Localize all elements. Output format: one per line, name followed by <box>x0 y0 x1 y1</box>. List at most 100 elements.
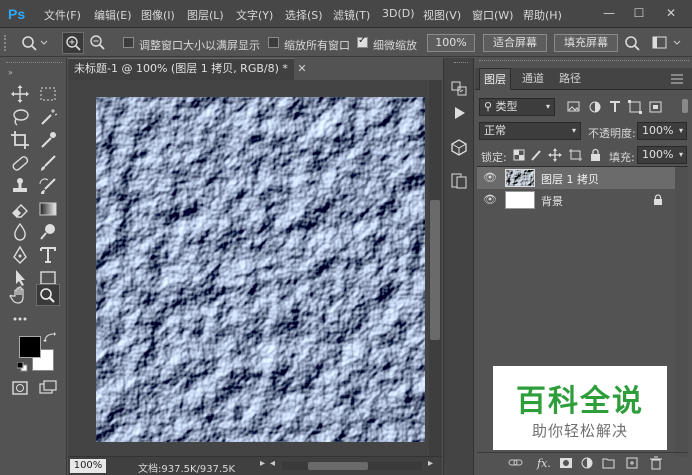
quick-mask-button[interactable] <box>8 377 32 399</box>
foreground-color-swatch[interactable] <box>19 336 41 358</box>
menu-window[interactable]: 窗口(W) <box>472 7 513 23</box>
menu-filter[interactable]: 滤镜(T) <box>333 7 370 23</box>
maximize-button[interactable]: ☐ <box>630 5 648 21</box>
lock-transparent-icon[interactable] <box>513 149 525 161</box>
opacity-field[interactable]: 100% ▾ <box>637 122 687 140</box>
filter-toggle-switch[interactable] <box>682 99 688 113</box>
filter-shape-icon[interactable] <box>628 100 642 114</box>
lock-position-icon[interactable] <box>548 148 562 162</box>
dodge-tool[interactable] <box>36 221 60 243</box>
lock-all-icon[interactable] <box>591 148 600 162</box>
fit-screen-button[interactable]: 适合屏幕 <box>483 34 547 52</box>
link-icon[interactable] <box>508 459 523 466</box>
menu-image[interactable]: 图像(I) <box>141 7 175 23</box>
watermark-subtitle: 助你轻松解决 <box>531 422 628 440</box>
filter-smart-object-icon[interactable] <box>649 101 662 113</box>
tab-channels[interactable]: 通道 <box>516 68 550 90</box>
filter-type-icon[interactable] <box>610 101 620 112</box>
stamp-icon <box>13 178 27 192</box>
magic-wand-tool[interactable] <box>36 106 60 128</box>
filter-adjustment-icon[interactable] <box>589 101 601 113</box>
menu-help[interactable]: 帮助(H) <box>523 7 562 23</box>
menu-layer[interactable]: 图层(L) <box>187 7 224 23</box>
blur-tool[interactable] <box>8 221 32 243</box>
close-window-button[interactable]: ✕ <box>662 5 680 21</box>
layer-name[interactable]: 背景 <box>541 193 563 209</box>
brush-tool[interactable] <box>36 152 60 174</box>
menu-3d[interactable]: 3D(D) <box>382 7 415 20</box>
fill-field[interactable]: 100% ▾ <box>637 146 687 164</box>
menu-select[interactable]: 选择(S) <box>285 7 323 23</box>
zoom-out-button[interactable] <box>87 32 109 54</box>
gradient-tool[interactable] <box>36 198 60 220</box>
collapse-arrows-icon[interactable]: » <box>8 68 18 77</box>
screen-mode-button[interactable] <box>36 377 60 399</box>
hscroll-left-arrow-icon[interactable]: ◂ <box>270 458 275 469</box>
healing-brush-tool[interactable] <box>8 152 32 174</box>
scrubby-zoom-checkbox[interactable] <box>357 35 368 48</box>
3d-panel-button[interactable] <box>449 138 469 156</box>
document-canvas[interactable] <box>96 97 425 442</box>
menu-edit[interactable]: 编辑(E) <box>94 7 132 23</box>
clone-stamp-tool[interactable] <box>8 175 32 197</box>
panel-menu-button[interactable] <box>670 73 684 85</box>
filter-pixel-icon[interactable] <box>567 101 580 112</box>
layer-filter-select[interactable]: ⚲ 类型 ▾ <box>479 98 555 116</box>
mask-icon[interactable] <box>560 458 572 468</box>
tab-paths[interactable]: 路径 <box>553 68 587 90</box>
horizontal-scroll-thumb[interactable] <box>308 462 368 470</box>
fx-icon[interactable]: fx. <box>536 457 551 470</box>
lasso-icon <box>13 109 29 126</box>
layer-row-layer1-copy[interactable]: 👁 图层 1 拷贝 <box>477 167 675 189</box>
move-tool[interactable] <box>8 83 32 105</box>
lasso-tool[interactable] <box>8 106 32 128</box>
default-colors-button[interactable] <box>16 361 28 372</box>
zoom-in-button[interactable] <box>62 32 84 54</box>
status-menu-arrow-icon[interactable]: ▸ <box>260 458 265 469</box>
adjustment-icon[interactable] <box>581 457 593 469</box>
lock-artboard-icon[interactable] <box>569 149 582 161</box>
hand-tool[interactable] <box>8 284 32 306</box>
properties-panel-button[interactable] <box>449 172 469 190</box>
workspace-switcher[interactable] <box>650 33 686 53</box>
vertical-scroll-thumb[interactable] <box>430 200 440 340</box>
opacity-value: 100% <box>642 124 674 137</box>
group-icon[interactable] <box>602 458 615 469</box>
marquee-tool[interactable] <box>36 83 60 105</box>
minimize-button[interactable]: — <box>600 5 618 21</box>
document-tab[interactable]: 未标题-1 @ 100% (图层 1 拷贝, RGB/8) * ✕ <box>68 58 307 80</box>
status-zoom-field[interactable]: 100% <box>70 459 106 473</box>
search-button[interactable] <box>622 33 642 53</box>
blend-mode-select[interactable]: 正常 ▾ <box>479 122 581 140</box>
menu-type[interactable]: 文字(Y) <box>236 7 273 23</box>
eraser-tool[interactable] <box>8 198 32 220</box>
pen-tool[interactable] <box>8 244 32 266</box>
lock-image-icon[interactable] <box>531 150 541 161</box>
visibility-eye-icon[interactable]: 👁 <box>483 193 497 206</box>
document-tab-close-icon[interactable]: ✕ <box>297 62 306 75</box>
history-brush-tool[interactable] <box>36 175 60 197</box>
type-tool[interactable] <box>36 244 60 266</box>
new-layer-icon[interactable] <box>626 457 638 469</box>
actions-panel-button[interactable] <box>449 104 469 122</box>
menu-view[interactable]: 视图(V) <box>423 7 461 23</box>
zoom-tool[interactable] <box>36 284 60 306</box>
swap-colors-button[interactable] <box>43 332 57 344</box>
resize-windows-checkbox[interactable] <box>123 37 134 48</box>
menu-file[interactable]: 文件(F) <box>44 7 81 23</box>
fill-screen-button[interactable]: 填充屏幕 <box>554 34 618 52</box>
crop-tool[interactable] <box>8 129 32 151</box>
zoom-value-field[interactable]: 100% <box>427 34 475 52</box>
zoom-tool-preset[interactable] <box>18 33 48 53</box>
layers-scrollbar[interactable] <box>675 167 688 457</box>
visibility-eye-icon[interactable]: 👁 <box>483 171 497 184</box>
history-panel-button[interactable] <box>449 80 469 98</box>
layer-name[interactable]: 图层 1 拷贝 <box>541 171 599 187</box>
eyedropper-tool[interactable] <box>36 129 60 151</box>
hscroll-right-arrow-icon[interactable]: ▸ <box>428 458 433 469</box>
tab-layers[interactable]: 图层 <box>479 68 511 90</box>
more-tools-button[interactable] <box>8 307 32 329</box>
layer-row-background[interactable]: 👁 背景 <box>477 189 675 211</box>
trash-icon[interactable] <box>650 456 662 470</box>
zoom-all-checkbox[interactable] <box>268 37 279 48</box>
